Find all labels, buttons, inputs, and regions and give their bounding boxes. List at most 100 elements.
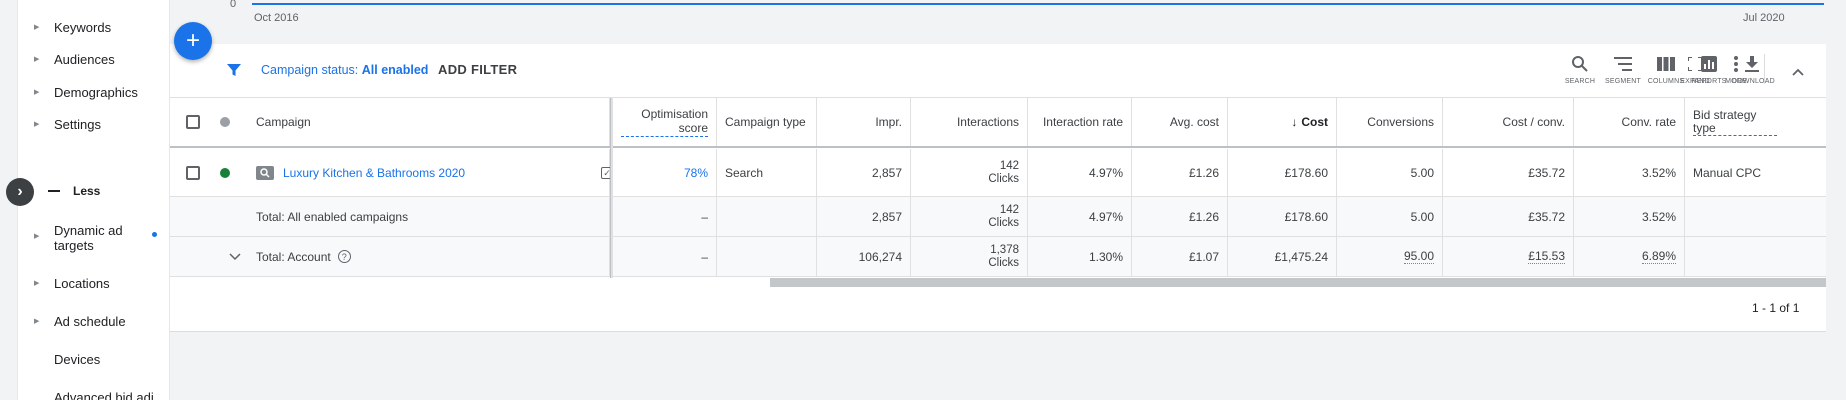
- cost-conv-column-label: Cost / conv.: [1502, 115, 1565, 129]
- interaction-rate-cell: 4.97%: [1028, 197, 1132, 236]
- interactions-column-header[interactable]: Interactions: [911, 98, 1028, 146]
- campaign-name-link[interactable]: Luxury Kitchen & Bathrooms 2020: [283, 166, 465, 180]
- table-row[interactable]: Luxury Kitchen & Bathrooms 2020 ✓ 78% Se…: [170, 149, 1826, 197]
- nav-item-label: Settings: [54, 117, 101, 132]
- search-campaign-icon: [256, 165, 274, 180]
- nav-item-settings[interactable]: ▶ Settings: [18, 117, 168, 132]
- nav-item-label: Audiences: [54, 52, 115, 67]
- add-campaign-button[interactable]: +: [174, 22, 212, 60]
- conv-rate-cell: 3.52%: [1574, 149, 1685, 196]
- total-account-label: Total: Account: [256, 249, 331, 264]
- select-all-checkbox[interactable]: [186, 115, 200, 129]
- enabled-status-dot-icon[interactable]: [220, 167, 230, 178]
- sort-descending-icon: ↓: [1291, 115, 1298, 129]
- cost-cell: £178.60: [1228, 197, 1337, 236]
- caret-right-icon: ▶: [34, 233, 40, 240]
- nav-item-label: Ad schedule: [54, 314, 126, 329]
- conversions-cell: 5.00: [1337, 149, 1443, 196]
- cost-cell: £1,475.24: [1228, 237, 1337, 276]
- cost-conv-cell: £35.72: [1443, 197, 1574, 236]
- conv-rate-column-header[interactable]: Conv. rate: [1574, 98, 1685, 146]
- cost-value: £178.60: [1284, 209, 1328, 224]
- conversions-cell: 95.00: [1337, 237, 1443, 276]
- avg-cost-column-header[interactable]: Avg. cost: [1132, 98, 1228, 146]
- total-enabled-label: Total: All enabled campaigns: [256, 209, 409, 224]
- more-button[interactable]: MORE: [1716, 54, 1756, 85]
- avg-cost-value: £1.26: [1188, 209, 1219, 224]
- nav-item-locations[interactable]: ▶ Locations: [18, 276, 168, 291]
- nav-item-advanced-bid-adj[interactable]: ▶ Advanced bid adj.: [18, 390, 168, 400]
- nav-item-keywords[interactable]: ▶ Keywords: [18, 20, 168, 35]
- interaction-rate-value: 4.97%: [1088, 209, 1123, 224]
- nav-item-devices[interactable]: ▶ Devices: [18, 352, 168, 367]
- nav-item-audiences[interactable]: ▶ Audiences: [18, 52, 168, 67]
- help-icon[interactable]: ?: [337, 250, 351, 263]
- add-filter-button[interactable]: ADD FILTER: [438, 62, 517, 77]
- segment-label: SEGMENT: [1604, 78, 1641, 85]
- less-toggle[interactable]: › Less: [6, 178, 168, 206]
- interactions-column-label: Interactions: [956, 115, 1019, 129]
- optimisation-score-cell[interactable]: 78%: [613, 149, 717, 196]
- table-header-row: Campaign Optimisation score Campaign typ…: [170, 98, 1826, 148]
- horizontal-scrollbar[interactable]: [170, 278, 1826, 287]
- filter-value: All enabled: [361, 63, 429, 77]
- cost-value: £1,475.24: [1274, 249, 1328, 264]
- conversions-column-header[interactable]: Conversions: [1337, 98, 1443, 146]
- interaction-rate-column-header[interactable]: Interaction rate: [1028, 98, 1132, 146]
- cost-column-header[interactable]: ↓ Cost: [1228, 98, 1337, 146]
- caret-right-icon: ▶: [34, 24, 40, 31]
- caret-right-icon: ▶: [34, 121, 40, 128]
- avg-cost-column-label: Avg. cost: [1169, 115, 1219, 129]
- impr-cell: 2,857: [817, 197, 911, 236]
- horizontal-scrollbar-thumb[interactable]: [770, 278, 1826, 287]
- interaction-rate-column-label: Interaction rate: [1042, 115, 1123, 129]
- optimisation-score-value: –: [701, 209, 708, 224]
- impr-column-header[interactable]: Impr.: [817, 98, 911, 146]
- total-account-row: Total: Account ? – 106,274 1,378 Clicks …: [170, 237, 1826, 277]
- nav-item-label: Locations: [54, 276, 110, 291]
- avg-cost-value: £1.26: [1188, 165, 1219, 180]
- caret-right-icon: ▶: [34, 56, 40, 63]
- impr-cell: 106,274: [817, 237, 911, 276]
- segment-button[interactable]: SEGMENT: [1603, 54, 1643, 85]
- conv-rate-cell: 3.52%: [1574, 197, 1685, 236]
- nav-item-label-line2: targets: [54, 238, 94, 253]
- campaign-status-filter-chip[interactable]: Campaign status: All enabled: [261, 63, 428, 77]
- optimisation-score-value: 78%: [683, 165, 708, 180]
- nav-item-label: Keywords: [54, 20, 112, 35]
- campaign-column-header[interactable]: Campaign: [248, 98, 610, 146]
- campaigns-panel: Campaign status: All enabled ADD FILTER …: [170, 44, 1826, 332]
- campaign-type-cell: [717, 237, 817, 276]
- impr-value: 2,857: [871, 165, 902, 180]
- status-header-dot-icon: [220, 117, 230, 127]
- optimisation-score-column-header[interactable]: Optimisation score: [613, 98, 717, 146]
- campaign-type-column-header[interactable]: Campaign type: [717, 98, 817, 146]
- performance-chart: 0 Oct 2016 Jul 2020: [170, 0, 1846, 30]
- conv-rate-value: 3.52%: [1641, 165, 1676, 180]
- cost-conv-value: £15.53: [1528, 249, 1565, 264]
- chevron-down-icon[interactable]: [229, 252, 241, 261]
- filter-icon[interactable]: [226, 62, 242, 78]
- collapse-chevron-icon[interactable]: ›: [6, 178, 34, 206]
- collapse-table-button[interactable]: [1786, 60, 1810, 84]
- nav-item-label: Devices: [54, 352, 101, 367]
- cost-conv-cell: £15.53: [1443, 237, 1574, 276]
- interactions-count: 142: [999, 203, 1019, 216]
- nav-item-ad-schedule[interactable]: ▶ Ad schedule: [18, 314, 168, 329]
- notification-dot: [152, 232, 157, 237]
- row-checkbox[interactable]: [186, 165, 200, 180]
- bid-strategy-label-line1: Bid strategy: [1693, 107, 1757, 122]
- search-button[interactable]: SEARCH: [1560, 54, 1600, 85]
- conv-rate-value: 3.52%: [1641, 209, 1676, 224]
- y-axis-zero-label: 0: [230, 0, 237, 10]
- cost-conv-column-header[interactable]: Cost / conv.: [1443, 98, 1574, 146]
- bid-strategy-cell: Manual CPC: [1685, 149, 1826, 196]
- interactions-cell: 142 Clicks: [911, 197, 1028, 236]
- nav-item-dynamic-ad-targets[interactable]: ▶ Dynamic ad targets: [18, 223, 168, 253]
- total-enabled-row: Total: All enabled campaigns – 2,857 142…: [170, 197, 1826, 237]
- dash-icon: [48, 190, 60, 192]
- bid-strategy-column-header[interactable]: Bid strategy type: [1685, 98, 1826, 146]
- nav-item-demographics[interactable]: ▶ Demographics: [18, 85, 168, 100]
- pagination-summary: 1 - 1 of 1: [1752, 301, 1800, 315]
- expand-button[interactable]: EXPAND: [1673, 54, 1717, 85]
